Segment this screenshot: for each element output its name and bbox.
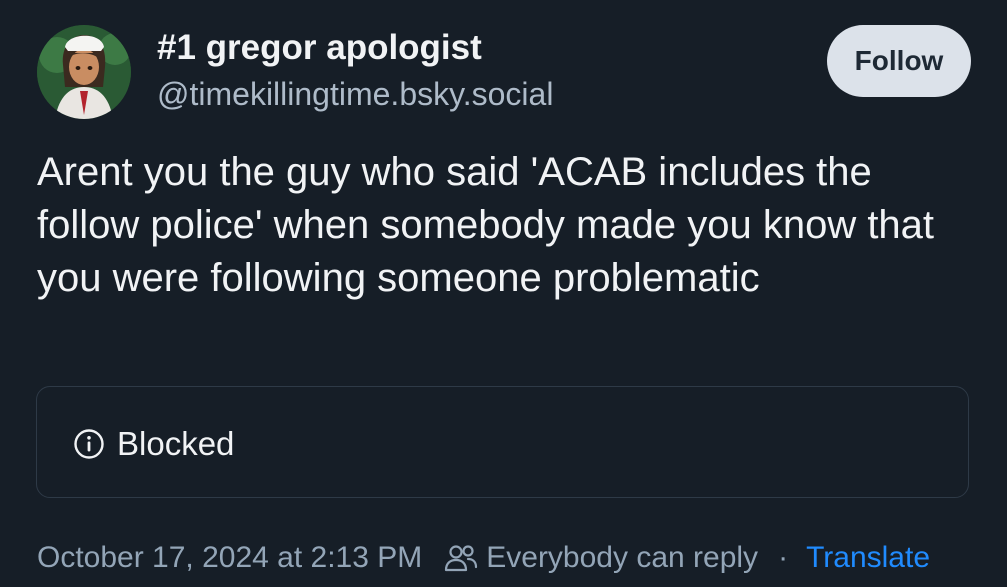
reply-setting[interactable]: Everybody can reply [486,541,758,575]
post-text: Arent you the guy who said 'ACAB include… [37,150,935,300]
translate-link[interactable]: Translate [806,541,930,575]
post-timestamp[interactable]: October 17, 2024 at 2:13 PM [37,541,422,575]
post-meta: October 17, 2024 at 2:13 PM Everybody ca… [37,536,930,580]
meta-separator: · [778,541,789,574]
author-handle[interactable]: @timekillingtime.bsky.social [157,76,553,113]
people-icon [445,545,478,572]
blocked-label: Blocked [117,425,235,462]
author-display-name[interactable]: #1 gregor apologist [157,28,482,68]
avatar[interactable] [37,25,131,119]
anime-character-avatar-icon [37,25,131,119]
blocked-notice: Blocked [73,425,234,463]
info-icon [74,429,104,459]
follow-button[interactable]: Follow [827,25,971,97]
blocked-embed[interactable]: Blocked [36,386,969,498]
